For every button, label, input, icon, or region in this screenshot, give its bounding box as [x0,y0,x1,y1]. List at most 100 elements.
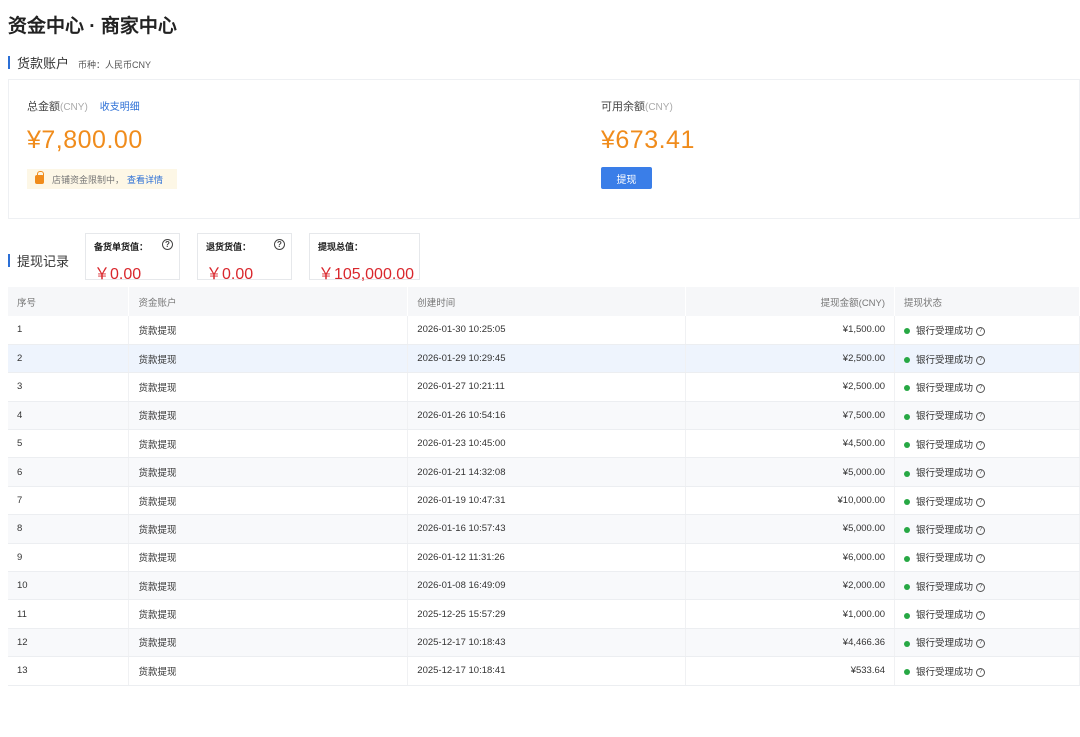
income-expense-link[interactable]: 收支明细 [100,98,140,113]
cell-amount: ¥2,500.00 [685,344,896,374]
cell-no: 1 [8,316,130,345]
cell-time: 2026-01-29 10:29:45 [407,344,687,374]
cell-status: 银行受理成功? [894,372,1080,402]
cell-no: 4 [8,401,130,431]
status-text: 银行受理成功 [916,496,974,508]
help-icon[interactable]: ? [976,525,986,535]
success-dot-icon [904,640,911,647]
table-row: 7 货款提现 2026-01-19 10:47:31 ¥10,000.00 银行受理成功… [8,486,1080,516]
cell-amount: ¥1,500.00 [685,316,896,345]
stat-value: ￥0.00 [94,266,142,283]
success-dot-icon [904,442,911,449]
status-text: 银行受理成功 [916,553,974,565]
help-icon[interactable]: ? [162,239,173,250]
table-header-row: 序号 资金账户 创建时间 提现金额(CNY) 提现状态 [8,287,1080,316]
status-text: 银行受理成功 [916,439,974,451]
cell-time: 2025-12-17 10:18:41 [407,656,687,686]
cell-account: 货款提现 [128,628,409,658]
help-icon[interactable]: ? [976,355,986,365]
stat-value: ￥105,000.00 [318,266,415,283]
withdrawal-records-table: 序号 资金账户 创建时间 提现金额(CNY) 提现状态 1 货款提现 2026-01… [8,287,1080,686]
cell-time: 2026-01-23 10:45:00 [407,429,687,459]
success-dot-icon [904,413,911,420]
status-text: 银行受理成功 [916,666,974,678]
success-dot-icon [904,555,911,562]
cell-status: 银行受理成功? [894,628,1080,658]
withdraw-button[interactable]: 提现 [601,167,652,189]
cell-status: 银行受理成功? [894,599,1080,629]
cell-status: 银行受理成功? [894,401,1080,431]
cell-no: 13 [8,656,130,686]
return-value-stat: 退货货值： ￥0.00 ? [197,233,292,283]
cell-account: 货款提现 [128,571,409,601]
cell-status: 银行受理成功? [894,316,1080,345]
cell-amount: ¥4,500.00 [685,429,896,459]
help-icon[interactable]: ? [976,582,986,592]
cell-time: 2026-01-30 10:25:05 [407,316,687,345]
success-dot-icon [904,612,911,619]
cell-amount: ¥5,000.00 [685,514,896,544]
cell-amount: ¥10,000.00 [685,486,896,516]
cell-no: 8 [8,514,130,544]
cell-account: 货款提现 [128,316,409,345]
help-icon[interactable]: ? [976,412,986,422]
success-dot-icon [904,328,911,335]
table-row: 1 货款提现 2026-01-30 10:25:05 ¥1,500.00 银行受理成功? [8,316,1080,345]
help-icon[interactable]: ? [976,554,986,564]
status-text: 银行受理成功 [916,638,974,650]
table-row: 2 货款提现 2026-01-29 10:29:45 ¥2,500.00 银行受理成功? [8,344,1080,374]
restriction-notice-text: 店铺资金限制中， [52,174,125,185]
column-header-time: 创建时间 [407,287,687,316]
total-amount-panel: 总金额 (CNY) 收支明细 ¥7,800.00 店铺资金限制中， 查看详情 [27,98,177,189]
help-icon[interactable]: ? [976,497,986,507]
cell-amount: ¥5,000.00 [685,457,896,487]
help-icon[interactable]: ? [976,639,986,649]
cell-time: 2026-01-12 11:31:26 [407,543,687,573]
status-text: 银行受理成功 [916,325,974,337]
cell-account: 货款提现 [128,429,409,459]
status-text: 银行受理成功 [916,581,974,593]
help-icon[interactable]: ? [274,239,285,250]
cell-account: 货款提现 [128,599,409,629]
status-text: 银行受理成功 [916,524,974,536]
table-row: 9 货款提现 2026-01-12 11:31:26 ¥6,000.00 银行受理成功? [8,543,1080,573]
cell-status: 银行受理成功? [894,543,1080,573]
stock-order-value-stat: 备货单货值： ￥0.00 ? [85,233,180,283]
lock-icon [35,170,44,184]
section-accent-bar [8,56,10,69]
help-icon[interactable]: ? [976,469,986,479]
cell-amount: ¥4,466.36 [685,628,896,658]
cell-status: 银行受理成功? [894,656,1080,686]
cell-time: 2025-12-25 15:57:29 [407,599,687,629]
help-icon[interactable]: ? [976,667,986,677]
cell-account: 货款提现 [128,486,409,516]
available-balance-label: 可用余额 [601,101,645,113]
cell-amount: ¥6,000.00 [685,543,896,573]
help-icon[interactable]: ? [976,326,986,336]
stat-label: 提现总值： [318,242,364,252]
table-row: 3 货款提现 2026-01-27 10:21:11 ¥2,500.00 银行受理成功? [8,372,1080,402]
column-header-status: 提现状态 [894,287,1080,316]
cell-no: 7 [8,486,130,516]
cell-amount: ¥2,000.00 [685,571,896,601]
table-row: 4 货款提现 2026-01-26 10:54:16 ¥7,500.00 银行受理成功? [8,401,1080,431]
cell-account: 货款提现 [128,457,409,487]
cell-time: 2025-12-17 10:18:43 [407,628,687,658]
view-details-link[interactable]: 查看详情 [127,173,163,186]
account-section-label: 货款账户 [17,56,70,71]
help-icon[interactable]: ? [976,440,986,450]
cell-no: 6 [8,457,130,487]
stat-label: 退货货值： [206,242,252,252]
cell-time: 2026-01-08 16:49:09 [407,571,687,601]
help-icon[interactable]: ? [976,611,986,621]
cell-account: 货款提现 [128,372,409,402]
table-row: 12 货款提现 2025-12-17 10:18:43 ¥4,466.36 银行受理成功… [8,628,1080,658]
help-icon[interactable]: ? [976,383,986,393]
cell-status: 银行受理成功? [894,571,1080,601]
status-text: 银行受理成功 [916,354,974,366]
cell-amount: ¥1,000.00 [685,599,896,629]
success-dot-icon [904,669,911,676]
cell-amount: ¥2,500.00 [685,372,896,402]
cell-status: 银行受理成功? [894,457,1080,487]
cell-account: 货款提现 [128,543,409,573]
